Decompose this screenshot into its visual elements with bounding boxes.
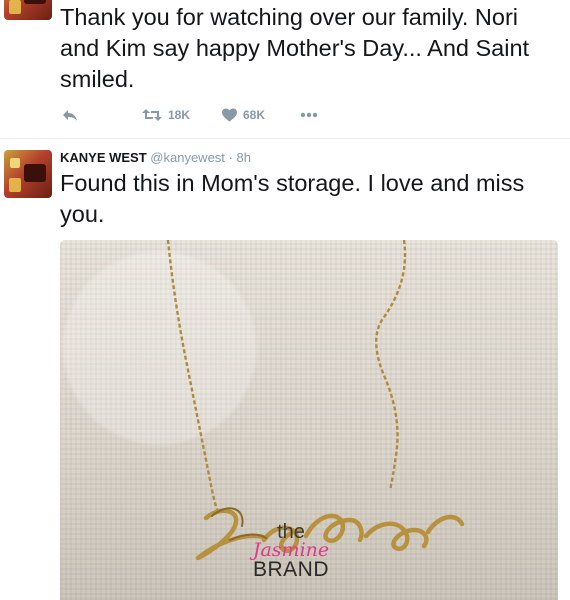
- tweet-timestamp[interactable]: 8h: [237, 150, 251, 165]
- avatar[interactable]: [4, 0, 52, 20]
- like-button[interactable]: 68K: [222, 108, 265, 122]
- tweet-actions: 18K 68K: [60, 108, 360, 128]
- tweet-photo[interactable]: the Jasmine BRAND: [60, 240, 558, 600]
- reply-button[interactable]: [62, 108, 78, 122]
- like-count: 68K: [243, 108, 266, 122]
- tweet-text: Thank you for watching over our family. …: [60, 4, 530, 92]
- meta-separator: ·: [228, 150, 233, 165]
- retweet-count: 18K: [168, 108, 191, 122]
- more-button[interactable]: [300, 112, 318, 118]
- tweet-divider: [0, 138, 570, 139]
- more-icon: [300, 112, 318, 118]
- author-handle[interactable]: @kanyewest: [150, 150, 225, 165]
- tweet-text: Found this in Mom's storage. I love and …: [60, 170, 525, 227]
- author-name[interactable]: KANYE WEST: [60, 150, 147, 165]
- avatar[interactable]: [4, 150, 52, 198]
- watermark: the Jasmine BRAND: [236, 522, 346, 580]
- heart-icon: [222, 108, 237, 122]
- tweet-header: KANYE WEST @kanyewest · 8h: [60, 150, 251, 166]
- watermark-brand: BRAND: [252, 558, 329, 581]
- reply-icon: [63, 110, 77, 121]
- retweet-button[interactable]: 18K: [142, 108, 190, 122]
- retweet-icon: [142, 109, 162, 121]
